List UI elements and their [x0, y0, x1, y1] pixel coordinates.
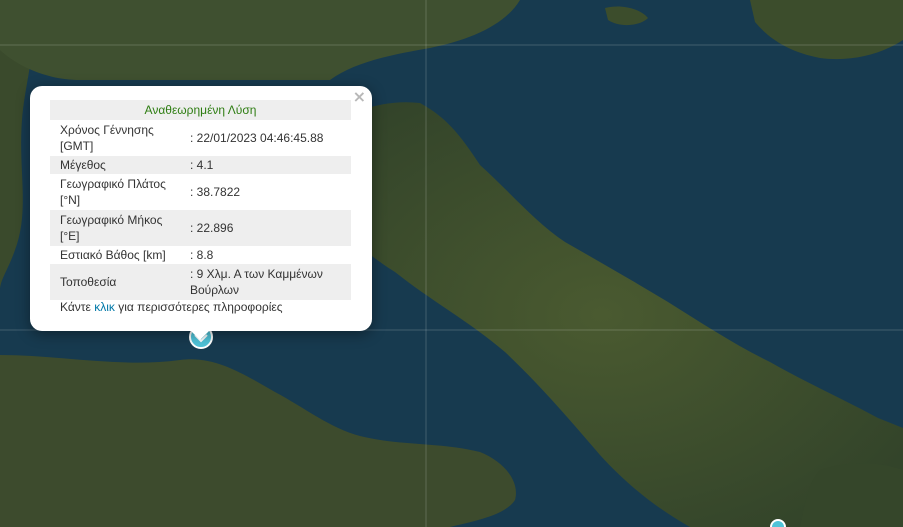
close-icon[interactable]: ×	[353, 89, 366, 105]
magnitude-value: : 4.1	[180, 156, 351, 174]
magnitude-label: Μέγεθος	[50, 156, 180, 174]
latitude-value: : 38.7822	[190, 185, 241, 199]
table-row: Μέγεθος : 4.1	[50, 156, 351, 174]
depth-value: : 8.8	[190, 248, 214, 262]
earthquake-info-popup: × Αναθεωρημένη Λύση Χρόνος Γέννησης [GMT…	[30, 86, 372, 331]
table-row: Γεωγραφικό Πλάτος [°N] : 38.7822	[50, 174, 351, 210]
more-info-line: Κάντε κλικ για περισσότερες πληροφορίες	[60, 300, 283, 314]
more-info-suffix: για περισσότερες πληροφορίες	[114, 300, 283, 314]
table-row: Χρόνος Γέννησης [GMT] : 22/01/2023 04:46…	[50, 120, 351, 156]
more-info-prefix: Κάντε	[60, 300, 95, 314]
origin-time-value: : 22/01/2023 04:46:45.88	[190, 131, 324, 145]
longitude-label: Γεωγραφικό Μήκος [°E]	[50, 210, 180, 246]
more-info-link[interactable]: κλικ	[94, 300, 115, 314]
table-row: Τοποθεσία : 9 Χλμ. Α των Καμμένων Βούρλω…	[50, 264, 351, 300]
earthquake-details-table: Αναθεωρημένη Λύση Χρόνος Γέννησης [GMT] …	[50, 100, 351, 300]
popup-pointer	[190, 330, 210, 340]
origin-time-label: Χρόνος Γέννησης [GMT]	[60, 123, 154, 153]
location-value: : 9 Χλμ. Α των Καμμένων Βούρλων	[180, 264, 351, 300]
location-label: Τοποθεσία	[50, 264, 180, 300]
depth-label: Εστιακό Βάθος [km]	[60, 248, 166, 262]
table-row: Εστιακό Βάθος [km] : 8.8	[50, 246, 351, 264]
table-row: Γεωγραφικό Μήκος [°E] : 22.896	[50, 210, 351, 246]
popup-title: Αναθεωρημένη Λύση	[50, 100, 351, 120]
latitude-label: Γεωγραφικό Πλάτος [°N]	[60, 177, 166, 207]
longitude-value: : 22.896	[180, 210, 351, 246]
earthquake-marker-icon[interactable]	[770, 519, 786, 527]
